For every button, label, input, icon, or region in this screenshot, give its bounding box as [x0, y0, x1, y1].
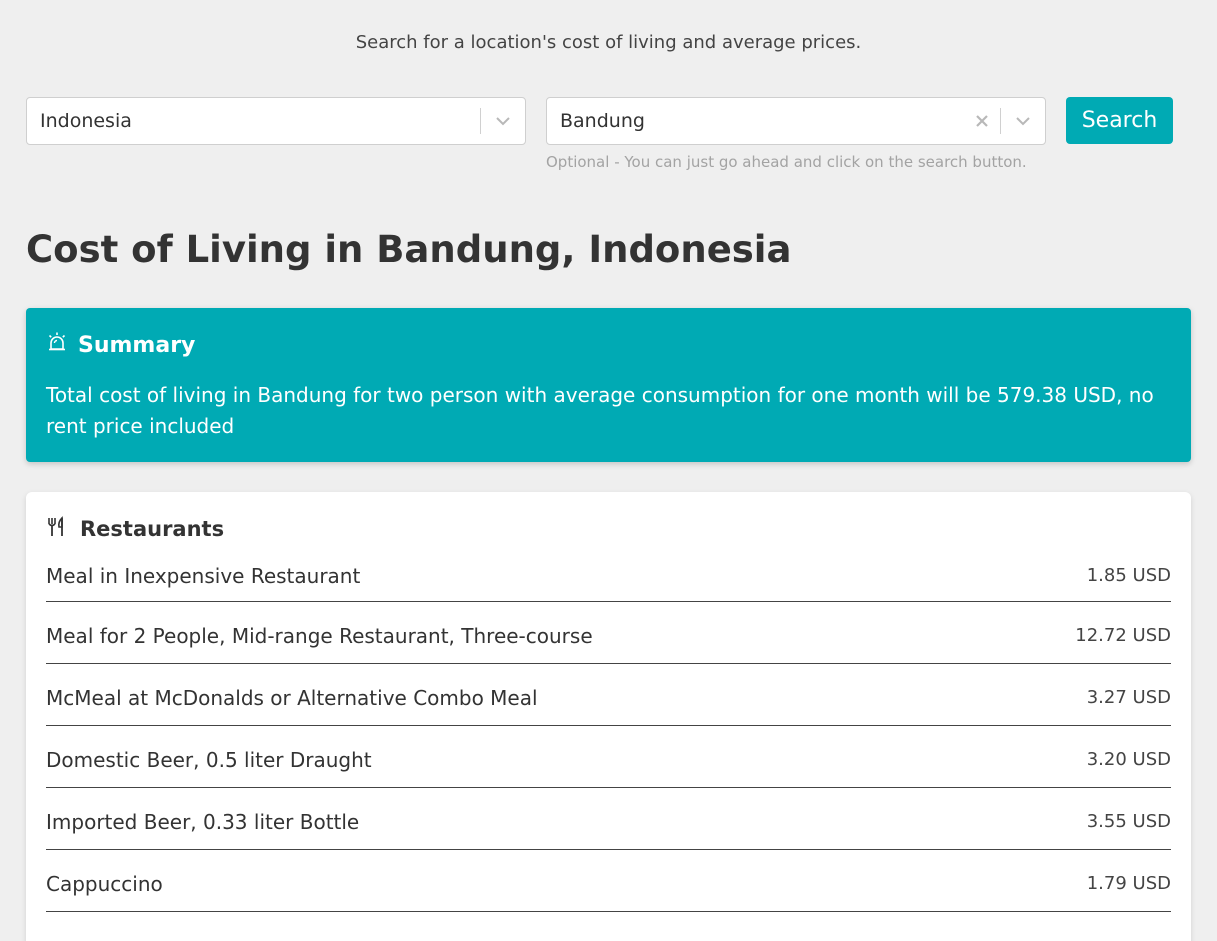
table-row: Imported Beer, 0.33 liter Bottle 3.55 US…: [46, 788, 1171, 850]
summary-header: Summary: [46, 330, 1171, 360]
item-price: 3.20 USD: [1086, 749, 1171, 770]
item-price: 1.79 USD: [1086, 873, 1171, 894]
table-row: Meal in Inexpensive Restaurant 1.85 USD: [46, 550, 1171, 602]
item-name: Cappuccino: [46, 871, 163, 896]
summary-card: Summary Total cost of living in Bandung …: [26, 308, 1191, 462]
table-row: Meal for 2 People, Mid-range Restaurant,…: [46, 602, 1171, 664]
summary-text: Total cost of living in Bandung for two …: [46, 383, 1154, 438]
table-row: Domestic Beer, 0.5 liter Draught 3.20 US…: [46, 726, 1171, 788]
intro-text: Search for a location's cost of living a…: [355, 32, 862, 53]
city-select-value: Bandung: [560, 110, 645, 132]
restaurants-header: Restaurants: [46, 514, 1171, 544]
page: Search for a location's cost of living a…: [0, 0, 1217, 941]
item-name: Meal for 2 People, Mid-range Restaurant,…: [46, 623, 593, 648]
restaurants-title: Restaurants: [80, 517, 225, 541]
city-select[interactable]: Bandung: [546, 97, 1046, 145]
alarm-icon: [46, 331, 68, 359]
country-select-value: Indonesia: [40, 110, 132, 132]
chevron-down-icon[interactable]: [481, 98, 525, 144]
item-price: 3.55 USD: [1086, 811, 1171, 832]
item-name: Domestic Beer, 0.5 liter Draught: [46, 747, 372, 772]
table-row: McMeal at McDonalds or Alternative Combo…: [46, 664, 1171, 726]
page-title: Cost of Living in Bandung, Indonesia: [26, 228, 792, 271]
table-row: Cappuccino 1.79 USD: [46, 850, 1171, 912]
city-hint-text: Optional - You can just go ahead and cli…: [546, 153, 1027, 171]
item-name: Meal in Inexpensive Restaurant: [46, 563, 361, 588]
search-button[interactable]: Search: [1066, 97, 1173, 144]
summary-title: Summary: [78, 332, 196, 358]
item-name: McMeal at McDonalds or Alternative Combo…: [46, 685, 538, 710]
fork-knife-icon: [46, 515, 68, 543]
item-price: 12.72 USD: [1075, 625, 1171, 646]
item-name: Imported Beer, 0.33 liter Bottle: [46, 809, 360, 834]
close-icon[interactable]: [964, 109, 1000, 134]
item-price: 3.27 USD: [1086, 687, 1171, 708]
restaurants-price-list: Meal in Inexpensive Restaurant 1.85 USD …: [46, 550, 1171, 912]
chevron-down-icon[interactable]: [1001, 98, 1045, 144]
restaurants-card: Restaurants Meal in Inexpensive Restaura…: [26, 492, 1191, 941]
item-price: 1.85 USD: [1086, 565, 1171, 586]
country-select[interactable]: Indonesia: [26, 97, 526, 145]
